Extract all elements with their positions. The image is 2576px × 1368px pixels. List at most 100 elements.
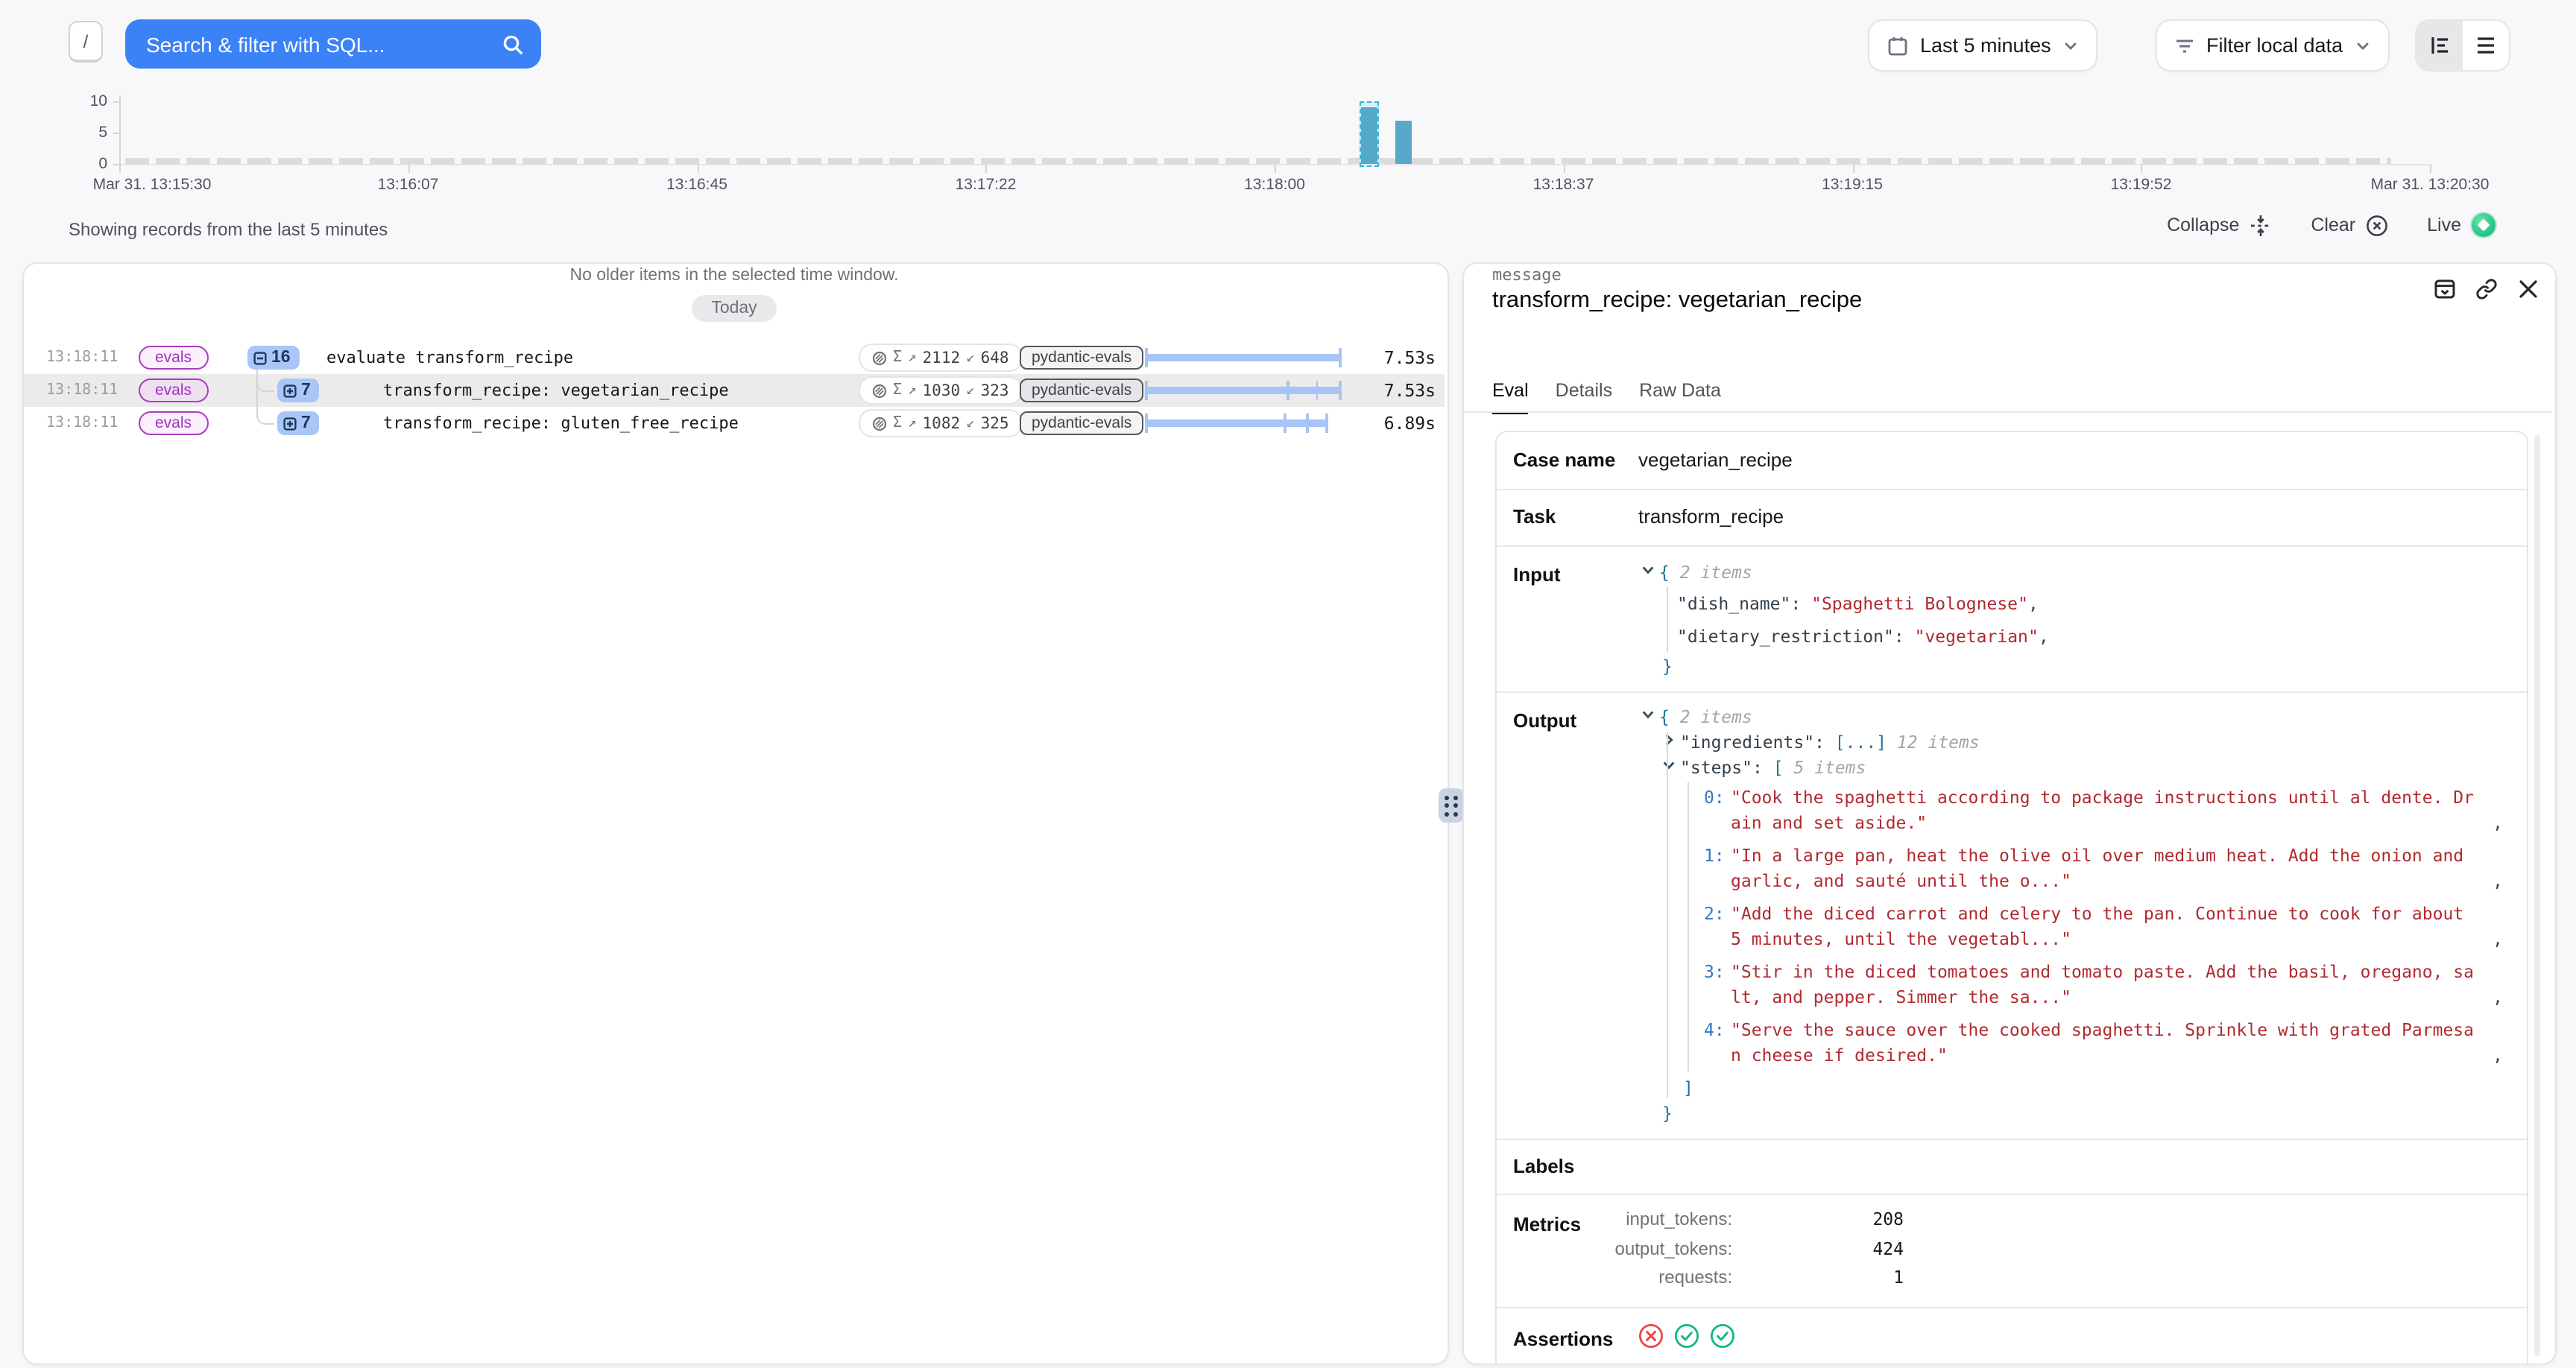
metrics-list: input_tokens:208output_tokens:424request…: [1497, 1209, 2527, 1296]
case-name-label: Case name: [1513, 449, 1615, 471]
search-icon: [502, 34, 523, 54]
collapse-label: Collapse: [2167, 215, 2239, 235]
panel-resize-handle[interactable]: [1439, 788, 1464, 823]
calendar-icon: [1887, 35, 1908, 56]
output-tokens-count: 648: [981, 349, 1009, 367]
chart-bar[interactable]: [1361, 107, 1377, 164]
chart-y-tick: [113, 164, 119, 165]
copy-link-icon[interactable]: [2475, 277, 2498, 301]
json-string-value: "Serve the sauce over the cooked spaghet…: [1731, 1018, 2481, 1068]
case-name-value: vegetarian_recipe: [1638, 449, 1793, 471]
tab-raw-data[interactable]: Raw Data: [1639, 380, 1721, 414]
json-guide-line: [1667, 587, 1668, 653]
token-usage-chip: Σ↗1082↙325: [859, 409, 1023, 437]
chart-x-tick-label: 13:16:07: [378, 176, 439, 194]
input-tokens-count: 1030: [923, 381, 961, 399]
json-comma: ,: [2485, 985, 2503, 1010]
trace-row-duration: 7.53s: [1384, 347, 1436, 368]
tree-view-toggle[interactable]: [2416, 21, 2463, 70]
tab-eval[interactable]: Eval: [1492, 380, 1529, 414]
chevron-right-icon[interactable]: [1662, 730, 1680, 756]
span-count: 7: [301, 414, 311, 432]
json-comma: ,: [2485, 811, 2503, 836]
span-count-badge[interactable]: 7: [277, 379, 320, 402]
tab-details[interactable]: Details: [1556, 380, 1612, 414]
span-count-badge[interactable]: 16: [247, 346, 300, 370]
json-string-value: "Add the diced carrot and celery to the …: [1731, 902, 2481, 952]
chevron-down-icon: [2355, 38, 2370, 53]
input-label: Input: [1513, 563, 1561, 586]
chart-x-tick: [1852, 164, 1854, 173]
json-array-index: 0:: [1704, 785, 1731, 836]
sigma-icon: Σ: [893, 415, 902, 431]
duration-bar-cap: [1145, 381, 1148, 400]
chart-x-tick: [2430, 164, 2431, 173]
clear-button[interactable]: Clear: [2311, 213, 2388, 237]
search-button[interactable]: Search & filter with SQL...: [125, 19, 541, 69]
output-json-tree[interactable]: { 2 items "ingredients": [...] 12 items …: [1638, 705, 2503, 1127]
chart-x-tick-label: Mar 31. 13:20:30: [2371, 176, 2490, 194]
input-tokens-count: 1082: [923, 414, 961, 432]
chart-x-tick: [119, 164, 121, 173]
assertion-pass-icon[interactable]: [1674, 1323, 1699, 1349]
clear-icon: [2366, 214, 2388, 236]
duration-bar-cap: [1145, 414, 1148, 433]
trace-row-duration: 6.89s: [1384, 413, 1436, 434]
assertion-fail-icon[interactable]: [1638, 1323, 1664, 1349]
chevron-down-icon[interactable]: [1641, 705, 1659, 730]
live-indicator-icon: [2472, 213, 2496, 237]
chevron-down-icon[interactable]: [1662, 756, 1680, 781]
json-step-item: 0:"Cook the spaghetti according to packa…: [1704, 785, 2503, 836]
chevron-down-icon[interactable]: [1641, 560, 1659, 586]
json-comma: ,: [2485, 927, 2503, 952]
time-range-label: Last 5 minutes: [1920, 34, 2051, 57]
input-json-tree[interactable]: { 2 items "dish_name": "Spaghetti Bologn…: [1638, 560, 2496, 680]
detail-scrollbar[interactable]: [2534, 435, 2540, 1356]
json-array-index: 4:: [1704, 1018, 1731, 1068]
output-tokens-count: 325: [981, 414, 1009, 432]
records-timeline-chart[interactable]: 0510Mar 31. 13:15:3013:16:0713:16:4513:1…: [0, 83, 2576, 200]
tree-connector-line: [256, 370, 274, 425]
chart-x-tick: [1564, 164, 1565, 173]
assertions-row: Assertions: [1497, 1308, 2527, 1368]
output-label: Output: [1513, 709, 1576, 732]
task-value: transform_recipe: [1638, 505, 1784, 528]
chart-x-tick: [986, 164, 988, 173]
close-icon[interactable]: [2516, 277, 2540, 301]
json-array-index: 2:: [1704, 902, 1731, 952]
chart-x-tick-label: 13:17:22: [956, 176, 1017, 194]
collapse-node-icon: [253, 351, 267, 364]
chart-x-tick: [2141, 164, 2143, 173]
trace-row-time: 13:18:11: [46, 415, 118, 431]
duration-bar-cap: [1325, 414, 1328, 433]
time-range-dropdown[interactable]: Last 5 minutes: [1868, 19, 2097, 72]
list-actions: Collapse Clear Live: [2167, 213, 2496, 237]
chart-bar[interactable]: [1396, 120, 1412, 164]
trace-row[interactable]: 13:18:11evals7transform_recipe: gluten_f…: [24, 407, 1445, 440]
duration-bar-cap: [1339, 348, 1342, 367]
archive-icon[interactable]: [2433, 277, 2457, 301]
chart-y-tick-label: 10: [69, 92, 107, 110]
assertion-pass-icon[interactable]: [1710, 1323, 1735, 1349]
collapse-button[interactable]: Collapse: [2167, 213, 2272, 237]
chart-x-tick-label: 13:18:00: [1244, 176, 1305, 194]
span-count-badge[interactable]: 7: [277, 411, 320, 435]
filter-local-data-dropdown[interactable]: Filter local data: [2156, 19, 2389, 72]
metric-name: output_tokens:: [1615, 1238, 1732, 1258]
tree-view-icon: [2429, 36, 2450, 55]
trace-row[interactable]: 13:18:11evals7transform_recipe: vegetari…: [24, 374, 1445, 407]
trace-row[interactable]: 13:18:11evals16evaluate transform_recipe…: [24, 341, 1445, 374]
today-pill: Today: [692, 295, 776, 322]
clear-label: Clear: [2311, 215, 2355, 235]
output-tokens-count: 323: [981, 381, 1009, 399]
slash-shortcut-key[interactable]: /: [69, 21, 103, 63]
chevron-down-icon: [2063, 38, 2078, 53]
metric-row: input_tokens:208: [1497, 1209, 2527, 1238]
duration-bar-tick: [1306, 414, 1308, 433]
json-step-item: 4:"Serve the sauce over the cooked spagh…: [1704, 1018, 2503, 1068]
input-tokens-arrow-icon: ↗: [908, 382, 916, 399]
list-view-toggle[interactable]: [2463, 21, 2509, 70]
duration-bar-cap: [1145, 348, 1148, 367]
live-toggle[interactable]: Live: [2427, 213, 2496, 237]
filter-icon: [2175, 37, 2194, 54]
